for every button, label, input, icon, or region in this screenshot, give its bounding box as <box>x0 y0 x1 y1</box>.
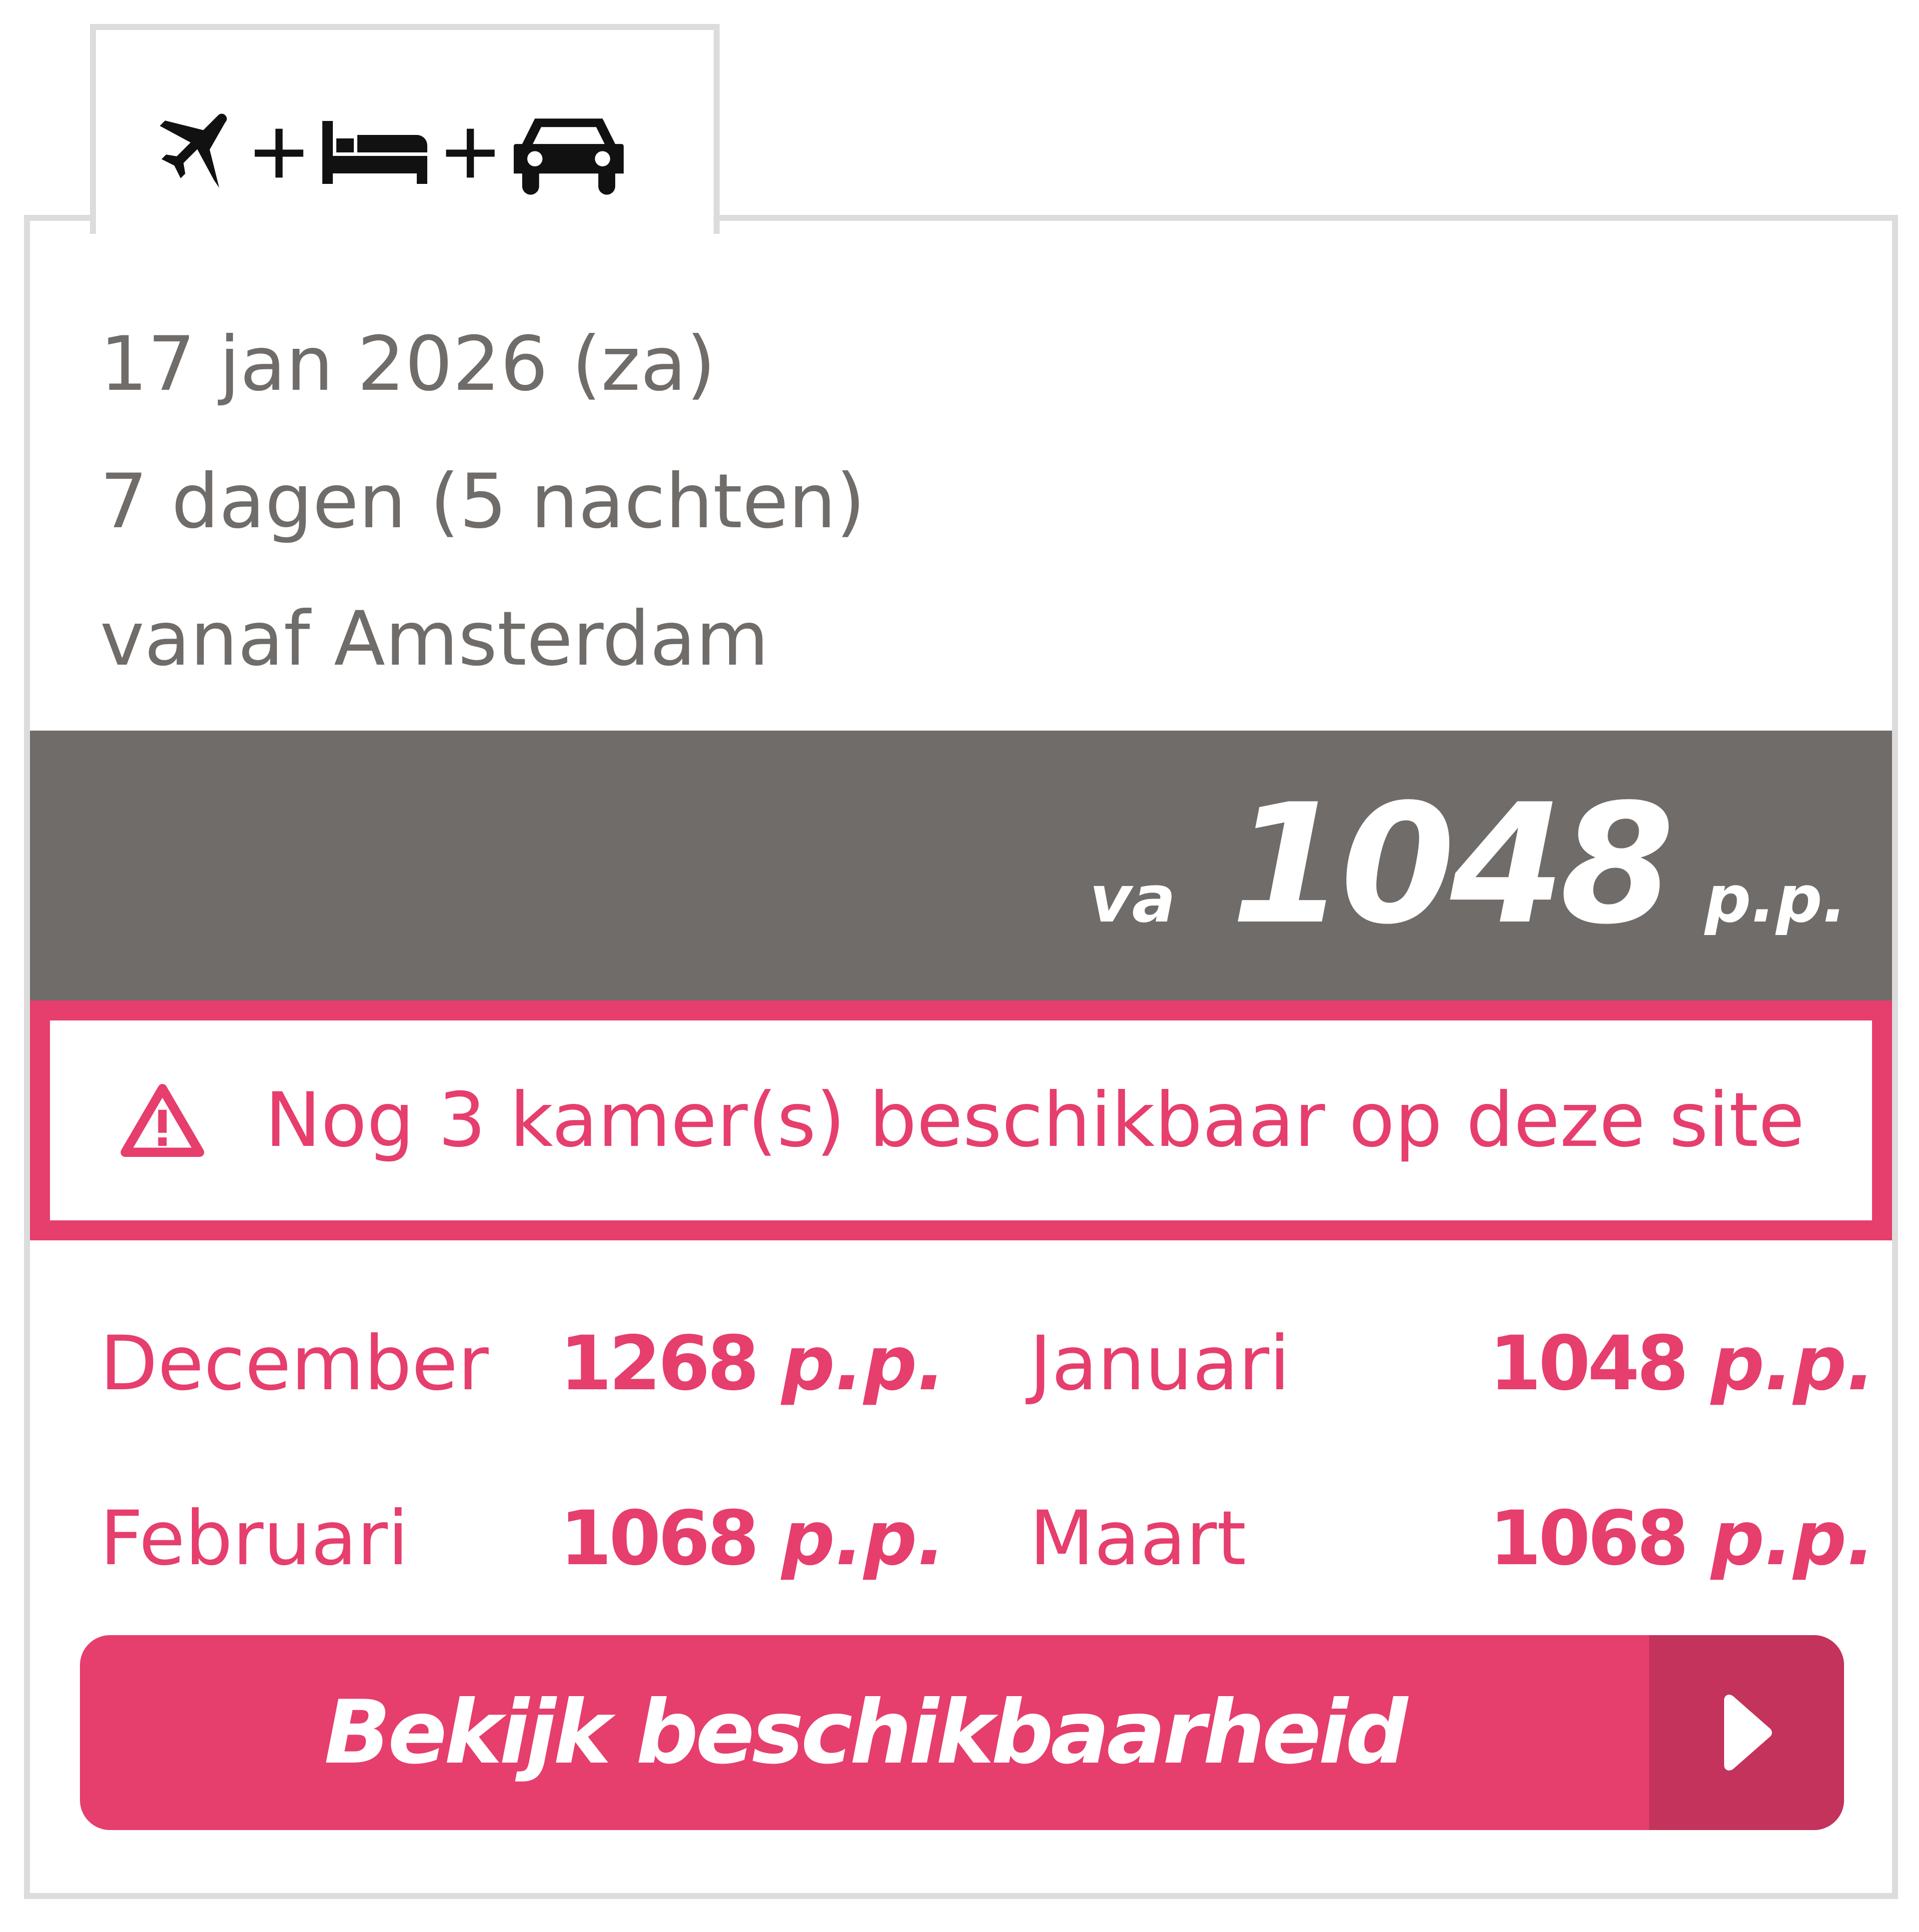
plus-sign: + <box>441 96 500 208</box>
alert-message: Nog 3 kamer(s) beschikbaar op deze site <box>265 1077 1805 1164</box>
view-availability-button[interactable]: Bekijk beschikbaarheid <box>80 1635 1844 1830</box>
button-label: Bekijk beschikbaarheid <box>324 1682 1408 1784</box>
chevron-right-icon <box>1724 1695 1772 1771</box>
car-icon <box>513 110 624 195</box>
package-icons: + + <box>151 87 624 217</box>
trip-details: 17 jan 2026 (za) 7 dagen (5 nachten) van… <box>100 296 865 708</box>
price-bar: va 1048 p.p. <box>30 731 1892 1000</box>
price-suffix: p.p. <box>1705 861 1847 937</box>
availability-alert: Nog 3 kamer(s) beschikbaar op deze site <box>30 1000 1892 1240</box>
bed-icon <box>322 120 427 185</box>
package-card: 17 jan 2026 (za) 7 dagen (5 nachten) van… <box>24 215 1898 1899</box>
month-name[interactable]: December <box>100 1320 489 1407</box>
month-price[interactable]: 1068 p.p. <box>1489 1495 1875 1582</box>
plane-icon <box>151 110 236 195</box>
price-display: va 1048 p.p. <box>1089 769 1847 961</box>
month-name[interactable]: Februari <box>100 1495 409 1582</box>
month-row: Februari 1068 p.p. Maart 1068 p.p. <box>100 1455 1875 1630</box>
package-tab[interactable]: + + <box>90 24 720 234</box>
price-amount: 1048 <box>1230 769 1675 961</box>
plus-sign: + <box>250 96 308 208</box>
departure-city: vanaf Amsterdam <box>100 596 769 683</box>
month-row: December 1268 p.p. Januari 1048 p.p. <box>100 1280 1875 1455</box>
monthly-prices: December 1268 p.p. Januari 1048 p.p. Febru… <box>100 1280 1875 1630</box>
departure-date: 17 jan 2026 (za) <box>100 321 716 408</box>
button-arrow[interactable] <box>1649 1635 1844 1830</box>
month-name[interactable]: Januari <box>1029 1320 1290 1407</box>
warning-icon <box>120 1084 204 1157</box>
trip-duration: 7 dagen (5 nachten) <box>100 458 866 545</box>
month-price[interactable]: 1068 p.p. <box>560 1495 946 1582</box>
price-prefix: va <box>1089 861 1176 937</box>
month-price[interactable]: 1048 p.p. <box>1489 1320 1875 1407</box>
month-name[interactable]: Maart <box>1029 1495 1246 1582</box>
month-price[interactable]: 1268 p.p. <box>560 1320 946 1407</box>
